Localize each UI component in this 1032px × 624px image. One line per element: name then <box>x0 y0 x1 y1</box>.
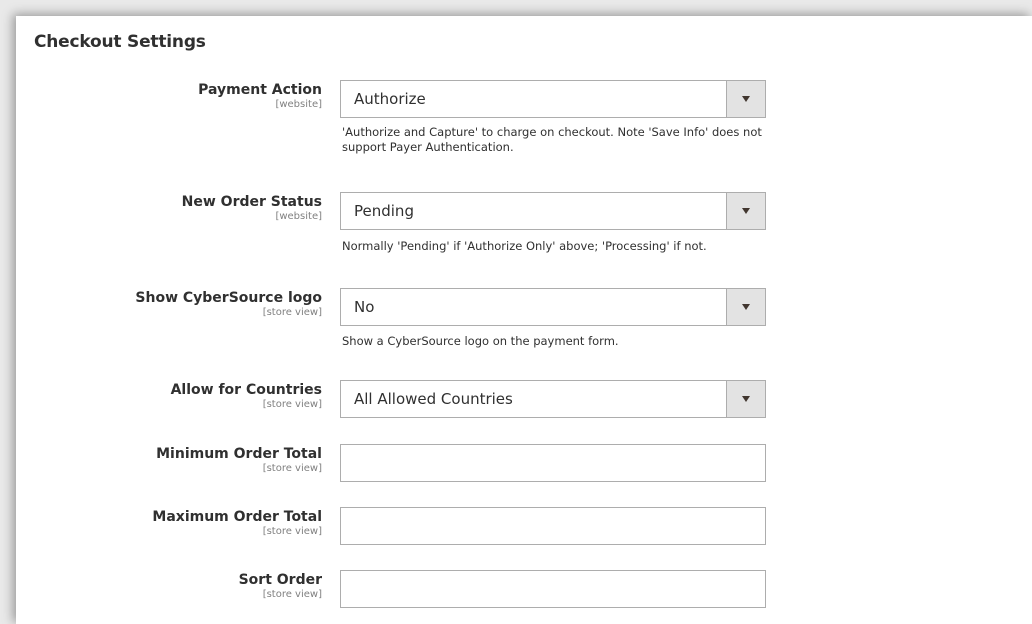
checkout-settings-panel: Checkout Settings Payment Action [websit… <box>16 16 1032 624</box>
field-label: Allow for Countries <box>170 382 322 398</box>
field-label: Show CyberSource logo <box>135 290 322 306</box>
minimum-order-total-input[interactable] <box>340 444 766 482</box>
show-cybersource-logo-select[interactable]: No <box>340 288 766 326</box>
select-value: Authorize <box>354 90 426 108</box>
select-value: Pending <box>354 202 414 220</box>
field-show-cybersource-logo: Show CyberSource logo [store view] No Sh… <box>16 288 1032 358</box>
field-maximum-order-total: Maximum Order Total [store view] <box>16 507 1032 547</box>
field-sort-order: Sort Order [store view] <box>16 570 1032 610</box>
field-payment-action: Payment Action [website] Authorize 'Auth… <box>16 80 1032 160</box>
field-label: Maximum Order Total <box>152 509 322 525</box>
field-scope: [store view] <box>262 307 322 318</box>
allow-for-countries-select[interactable]: All Allowed Countries <box>340 380 766 418</box>
window-backdrop: Checkout Settings Payment Action [websit… <box>0 0 1032 624</box>
maximum-order-total-input[interactable] <box>340 507 766 545</box>
field-label: Minimum Order Total <box>156 446 322 462</box>
field-label: Payment Action <box>198 82 322 98</box>
field-minimum-order-total: Minimum Order Total [store view] <box>16 444 1032 484</box>
field-scope: [store view] <box>262 463 322 474</box>
triangle-down-icon[interactable] <box>726 81 765 117</box>
field-scope: [store view] <box>262 526 322 537</box>
field-scope: [website] <box>275 99 322 110</box>
field-label: Sort Order <box>238 572 322 588</box>
field-scope: [website] <box>275 211 322 222</box>
select-value: All Allowed Countries <box>354 390 513 408</box>
field-note: 'Authorize and Capture' to charge on che… <box>342 125 762 154</box>
field-note: Show a CyberSource logo on the payment f… <box>342 334 619 348</box>
section-title[interactable]: Checkout Settings <box>34 32 206 52</box>
select-value: No <box>354 298 375 316</box>
field-note: Normally 'Pending' if 'Authorize Only' a… <box>342 239 707 253</box>
sort-order-input[interactable] <box>340 570 766 608</box>
payment-action-select[interactable]: Authorize <box>340 80 766 118</box>
field-scope: [store view] <box>262 399 322 410</box>
new-order-status-select[interactable]: Pending <box>340 192 766 230</box>
triangle-down-icon[interactable] <box>726 289 765 325</box>
triangle-down-icon[interactable] <box>726 381 765 417</box>
field-new-order-status: New Order Status [website] Pending Norma… <box>16 192 1032 262</box>
field-scope: [store view] <box>262 589 322 600</box>
field-allow-for-countries: Allow for Countries [store view] All All… <box>16 380 1032 420</box>
triangle-down-icon[interactable] <box>726 193 765 229</box>
field-label: New Order Status <box>181 194 322 210</box>
